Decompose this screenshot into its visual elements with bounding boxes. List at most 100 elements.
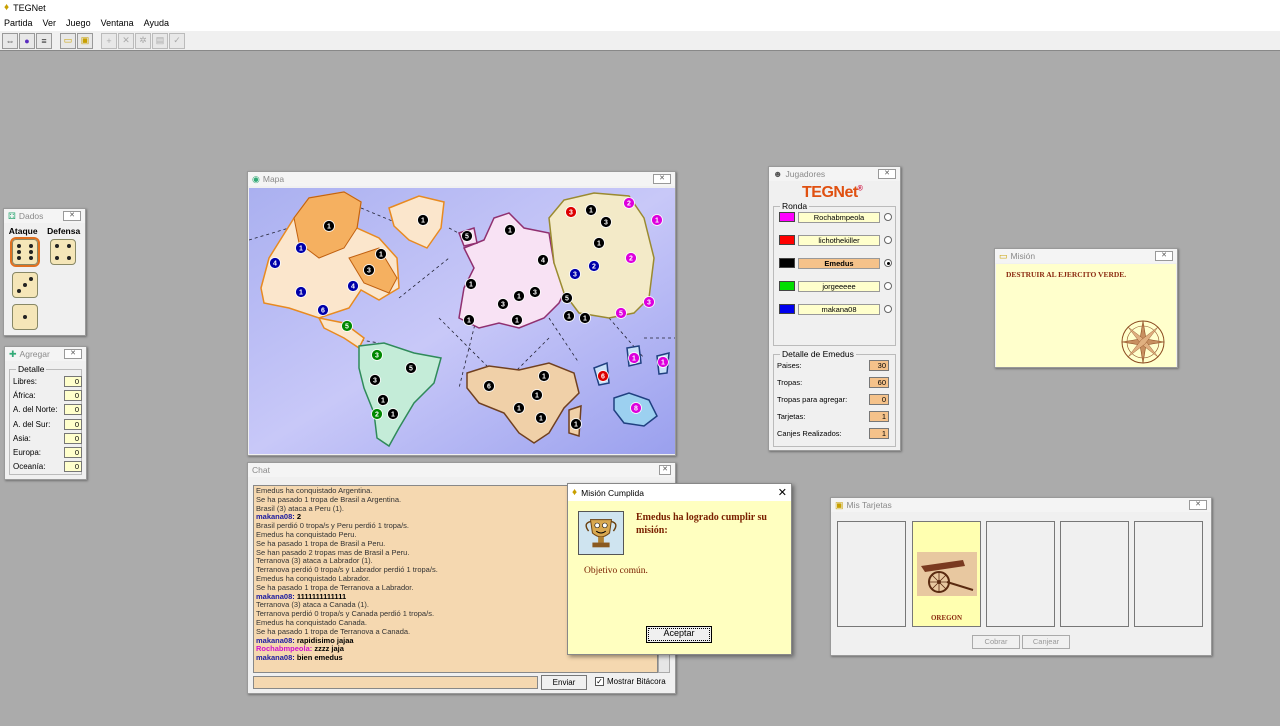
europa-value: 0	[64, 447, 82, 458]
army-count: 5	[619, 311, 623, 318]
dialog-objective: Objetivo común.	[584, 566, 648, 576]
player-radio[interactable]	[884, 282, 892, 290]
jugadores-titlebar[interactable]: ☻ Jugadores ✕	[769, 167, 900, 181]
player-name: Emedus	[798, 257, 880, 269]
dialog-titlebar[interactable]: ♦ Misión Cumplida ✕	[568, 484, 791, 501]
canjear-button[interactable]: Canjear	[1022, 635, 1070, 649]
mission-icon[interactable]: ▣	[77, 32, 93, 49]
chat-player: makana08:	[256, 653, 297, 663]
mision-titlebar[interactable]: ▭ Misión ✕	[995, 249, 1177, 263]
agregar-titlebar[interactable]: ✚ Agregar ✕	[5, 347, 86, 361]
close-icon[interactable]: ✕	[878, 169, 896, 179]
regroup-icon[interactable]: ✲	[135, 32, 151, 49]
army-count: 5	[345, 324, 349, 331]
player-color	[779, 304, 795, 314]
jugadores-title: Jugadores	[785, 169, 826, 179]
oceania-label: Oceanía:	[13, 462, 46, 471]
player-row[interactable]: Rochabmpeola	[779, 211, 892, 223]
player-row[interactable]: jorgeeeee	[779, 280, 892, 292]
checkbox-icon[interactable]: ✓	[595, 677, 604, 686]
compass-rose-icon	[1121, 320, 1165, 364]
chat-title: Chat	[252, 465, 270, 475]
player-row[interactable]: lichothekiller	[779, 234, 892, 246]
menu-ver[interactable]: Ver	[43, 18, 57, 28]
army-count: 1	[632, 356, 636, 363]
africa-value: 0	[64, 390, 82, 401]
card-icon[interactable]: ▭	[60, 32, 76, 49]
tropas-value: 60	[869, 377, 889, 388]
trophy-icon	[578, 511, 624, 555]
tarjetas-titlebar[interactable]: ▣ Mis Tarjetas ✕	[831, 498, 1211, 512]
menu-partida[interactable]: Partida	[4, 18, 33, 28]
army-count: 2	[375, 412, 379, 419]
chat-titlebar[interactable]: Chat ✕	[248, 463, 675, 477]
list-icon[interactable]: ≡	[36, 32, 52, 49]
canjes-label: Canjes Realizados:	[777, 429, 842, 438]
canjes-value: 1	[869, 428, 889, 439]
defense-die-1	[50, 239, 76, 265]
card-slot[interactable]	[1060, 521, 1129, 627]
player-row[interactable]: Emedus	[779, 257, 892, 269]
app-title: TEGNet	[13, 2, 46, 13]
chat-player: makana08:	[256, 635, 297, 645]
dialog-title: Misión Cumplida	[581, 487, 644, 498]
player-radio[interactable]	[884, 236, 892, 244]
army-count: 1	[661, 360, 665, 367]
army-count: 1	[589, 208, 593, 215]
chat-player: Rochabmpeola:	[256, 644, 315, 654]
close-icon[interactable]: ✕	[659, 465, 671, 475]
army-count: 8	[634, 406, 638, 413]
start-icon[interactable]: ●	[19, 32, 35, 49]
dados-titlebar[interactable]: ⚃ Dados ✕	[4, 209, 85, 223]
agregar-title: Agregar	[19, 349, 50, 359]
army-count: 1	[655, 218, 659, 225]
army-count: 1	[574, 422, 578, 429]
card-slot[interactable]	[837, 521, 906, 627]
attack-die-3	[12, 304, 38, 330]
player-row[interactable]: makana08	[779, 303, 892, 315]
menu-juego[interactable]: Juego	[66, 18, 91, 28]
add-icon[interactable]: +	[101, 32, 117, 49]
army-count: 2	[592, 264, 596, 271]
card-slot[interactable]	[1134, 521, 1203, 627]
player-color	[779, 258, 795, 268]
chat-message: rapidisimo jajaa	[296, 635, 354, 645]
app-icon: ♦	[572, 487, 578, 498]
card-slot[interactable]	[986, 521, 1055, 627]
attack-icon[interactable]: ✕	[118, 32, 134, 49]
close-icon[interactable]: ✕	[64, 349, 82, 359]
player-radio[interactable]	[884, 259, 892, 267]
europa-label: Europa:	[13, 448, 42, 457]
end-turn-icon[interactable]: ✓	[169, 32, 185, 49]
menu-ventana[interactable]: Ventana	[101, 18, 134, 28]
close-icon[interactable]: ✕	[1189, 500, 1207, 510]
tarjetas-label: Tarjetas:	[777, 412, 806, 421]
army-count: 1	[508, 228, 512, 235]
card-slot[interactable]: OREGON	[912, 521, 981, 627]
close-icon[interactable]: ✕	[63, 211, 81, 221]
detalle-label: Detalle	[16, 364, 47, 374]
mision-cumplida-dialog: ♦ Misión Cumplida ✕ Emedus ha logrado cump…	[567, 483, 792, 655]
connect-icon[interactable]: ⇔	[2, 32, 18, 49]
bitacora-checkbox[interactable]: ✓ Mostrar Bitácora	[595, 677, 666, 686]
world-map[interactable]: 11413146515135312 11313451 1113 13211232356…	[249, 188, 675, 454]
player-radio[interactable]	[884, 305, 892, 313]
aceptar-button[interactable]: Aceptar	[646, 626, 712, 643]
close-icon[interactable]: ✕	[778, 486, 787, 499]
cobrar-button[interactable]: Cobrar	[972, 635, 1020, 649]
army-count: 3	[501, 302, 505, 309]
cards-icon[interactable]: ▤	[152, 32, 168, 49]
close-icon[interactable]: ✕	[653, 174, 671, 184]
chat-player: makana08:	[256, 591, 297, 601]
chat-input[interactable]	[253, 676, 538, 689]
cards-icon: ▣	[835, 499, 844, 510]
player-radio[interactable]	[884, 213, 892, 221]
army-count: 3	[533, 290, 537, 297]
close-icon[interactable]: ✕	[1155, 251, 1173, 261]
army-count: 1	[597, 241, 601, 248]
send-button[interactable]: Enviar	[541, 675, 587, 690]
menu-ayuda[interactable]: Ayuda	[144, 18, 169, 28]
mapa-titlebar[interactable]: ◉ Mapa ✕	[248, 172, 675, 186]
norte-value: 0	[64, 404, 82, 415]
attack-label: Ataque	[8, 226, 38, 236]
